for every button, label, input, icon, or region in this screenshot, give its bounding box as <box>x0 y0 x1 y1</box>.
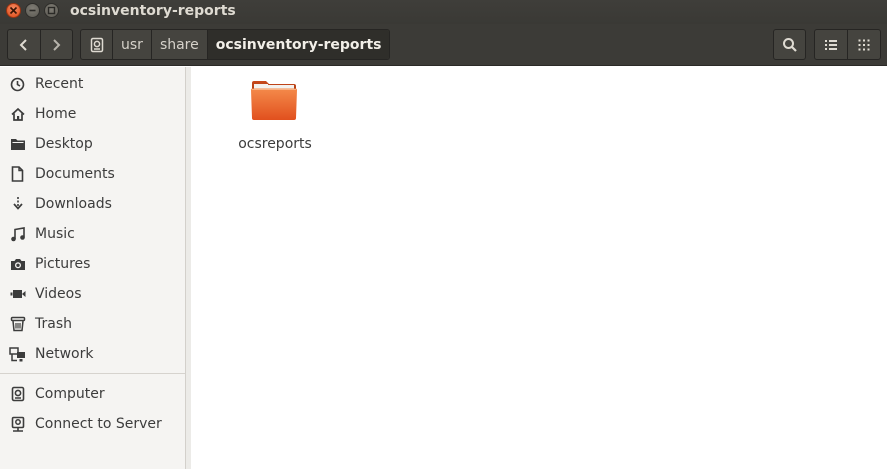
search-button[interactable] <box>773 29 806 60</box>
sidebar-item-computer[interactable]: Computer <box>0 379 185 409</box>
sidebar-item-label: Downloads <box>35 196 112 212</box>
sidebar-item-label: Recent <box>35 76 84 92</box>
minimize-window-button[interactable] <box>25 3 40 18</box>
sidebar-item-label: Computer <box>35 386 105 402</box>
sidebar-item-pictures[interactable]: Pictures <box>0 249 185 279</box>
sidebar-item-label: Pictures <box>35 256 91 272</box>
list-view-button[interactable] <box>815 30 847 59</box>
sidebar-item-documents[interactable]: Documents <box>0 159 185 189</box>
document-icon <box>0 166 35 182</box>
maximize-icon <box>47 6 56 15</box>
drive-icon <box>90 37 103 52</box>
breadcrumb-share[interactable]: share <box>152 30 208 59</box>
clock-icon <box>0 77 35 92</box>
chevron-left-icon <box>19 38 27 51</box>
sidebar-item-label: Connect to Server <box>35 416 162 432</box>
maximize-window-button[interactable] <box>44 3 59 18</box>
folder-icon <box>251 81 297 120</box>
path-bar: usr share ocsinventory-reports <box>80 29 391 60</box>
sidebar-item-label: Desktop <box>35 136 93 152</box>
grid-icon <box>858 39 869 50</box>
server-icon <box>0 416 35 433</box>
sidebar-item-desktop[interactable]: Desktop <box>0 129 185 159</box>
sidebar-item-network[interactable]: Network <box>0 339 185 369</box>
back-button[interactable] <box>8 30 40 59</box>
home-icon <box>0 107 35 122</box>
sidebar-item-label: Trash <box>35 316 72 332</box>
breadcrumb-root-drive[interactable] <box>81 30 113 59</box>
window-title: ocsinventory-reports <box>70 3 236 19</box>
chevron-right-icon <box>53 38 61 51</box>
sidebar-item-label: Videos <box>35 286 82 302</box>
toolbar: usr share ocsinventory-reports <box>0 24 887 66</box>
sidebar-item-label: Network <box>35 346 94 362</box>
title-bar: ocsinventory-reports <box>0 0 887 24</box>
view-mode-toggle <box>814 29 881 60</box>
sidebar-separator <box>0 373 185 374</box>
sidebar-item-recent[interactable]: Recent <box>0 69 185 99</box>
file-item-label: ocsreports <box>238 136 312 152</box>
sidebar-item-music[interactable]: Music <box>0 219 185 249</box>
sidebar-item-connect-to-server[interactable]: Connect to Server <box>0 409 185 439</box>
music-icon <box>0 226 35 242</box>
grid-view-button[interactable] <box>847 30 879 59</box>
sidebar-item-trash[interactable]: Trash <box>0 309 185 339</box>
breadcrumb-current[interactable]: ocsinventory-reports <box>207 30 390 59</box>
close-icon <box>9 6 18 15</box>
video-icon <box>0 288 35 300</box>
sidebar: Recent Home Desktop Documents Downloads … <box>0 67 186 469</box>
folder-icon <box>0 137 35 151</box>
sidebar-item-videos[interactable]: Videos <box>0 279 185 309</box>
trash-icon <box>0 316 35 332</box>
breadcrumb-usr[interactable]: usr <box>113 30 152 59</box>
network-icon <box>0 346 35 362</box>
navigation-buttons <box>7 29 73 60</box>
download-icon <box>0 196 35 212</box>
sidebar-item-home[interactable]: Home <box>0 99 185 129</box>
sidebar-item-label: Music <box>35 226 75 242</box>
sidebar-item-downloads[interactable]: Downloads <box>0 189 185 219</box>
search-icon <box>782 37 797 52</box>
forward-button[interactable] <box>39 30 72 59</box>
camera-icon <box>0 257 35 271</box>
file-view: ocsreports <box>191 67 887 469</box>
file-item-folder[interactable]: ocsreports <box>231 80 319 160</box>
close-window-button[interactable] <box>6 3 21 18</box>
list-icon <box>825 39 837 50</box>
sidebar-item-label: Documents <box>35 166 115 182</box>
drive-icon <box>0 386 35 402</box>
sidebar-item-label: Home <box>35 106 77 122</box>
minimize-icon <box>29 9 36 12</box>
